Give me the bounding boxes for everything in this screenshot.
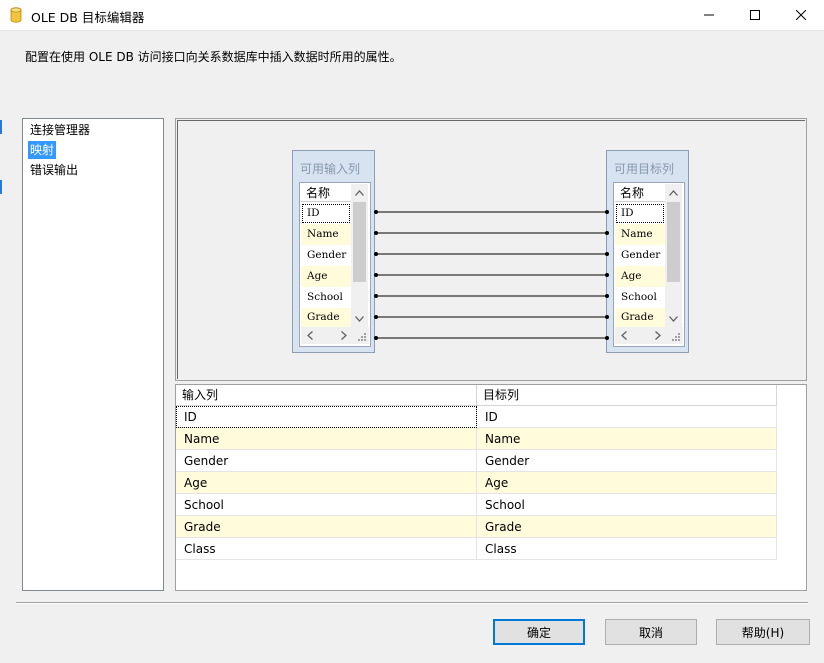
input-column-cell[interactable]: Grade [176,516,477,538]
mapping-line-endpoint [605,315,609,319]
mapping-line-endpoint [374,231,378,235]
page-navigation-list: 连接管理器 映射 错误输出 [22,118,164,591]
destination-column-header[interactable]: 目标列 [477,385,777,406]
window-edge-accent [0,180,2,194]
mapping-line-endpoint [374,294,378,298]
mapping-line-endpoint [605,273,609,277]
destination-column-cell[interactable]: Age [477,472,777,494]
input-column-cell[interactable]: ID [176,406,477,428]
input-column-cell[interactable]: Age [176,472,477,494]
destination-column-cell[interactable]: Gender [477,450,777,472]
mapping-line-endpoint [374,315,378,319]
nav-item-mappings[interactable]: 映射 [28,141,57,159]
mapping-line-endpoint [605,294,609,298]
maximize-button[interactable] [732,0,778,30]
mapping-line-endpoint [374,252,378,256]
help-button[interactable]: 帮助(H) [716,619,810,645]
close-icon [796,10,806,20]
mapping-line-endpoint [605,210,609,214]
input-column-header[interactable]: 输入列 [176,385,477,406]
input-column-cell[interactable]: School [176,494,477,516]
input-column-cell[interactable]: Class [176,538,477,560]
table-row[interactable]: Class Class [176,538,777,560]
window-title: OLE DB 目标编辑器 [31,10,145,25]
mapping-grid[interactable]: 输入列 目标列 ID ID Name Name Gender Gender Ag… [175,384,807,591]
table-row[interactable]: Age Age [176,472,777,494]
database-icon [10,7,22,23]
destination-column-cell[interactable]: School [477,494,777,516]
input-column-cell[interactable]: Name [176,428,477,450]
mapping-lines [374,210,609,340]
title-bar: OLE DB 目标编辑器 [0,0,824,31]
mapping-line-endpoint [374,336,378,340]
destination-column-cell[interactable]: ID [477,406,777,428]
minimize-icon [704,14,714,16]
cancel-button[interactable]: 取消 [605,619,697,645]
mapping-line-endpoint [605,252,609,256]
table-row[interactable]: Grade Grade [176,516,777,538]
table-row[interactable]: School School [176,494,777,516]
maximize-icon [750,10,760,20]
table-row[interactable]: ID ID [176,406,777,428]
minimize-button[interactable] [686,0,732,30]
mapping-line-endpoint [605,231,609,235]
nav-item-error-output[interactable]: 错误输出 [28,161,80,179]
ok-button[interactable]: 确定 [493,619,585,645]
table-row[interactable]: Gender Gender [176,450,777,472]
close-button[interactable] [778,0,824,30]
destination-column-cell[interactable]: Class [477,538,777,560]
footer-separator [16,602,808,604]
dialog-description: 配置在使用 OLE DB 访问接口向关系数据库中插入数据时所用的属性。 [25,50,402,64]
mapping-line-endpoint [374,210,378,214]
input-column-cell[interactable]: Gender [176,450,477,472]
table-row[interactable]: Name Name [176,428,777,450]
window-edge-accent [0,120,2,134]
mapping-line-endpoint [374,273,378,277]
grid-header: 输入列 目标列 [176,385,777,407]
mapping-canvas[interactable]: 可用输入列 名称 ID Name Gender Age School Grade [175,118,807,381]
destination-column-cell[interactable]: Grade [477,516,777,538]
destination-column-cell[interactable]: Name [477,428,777,450]
nav-item-connection-manager[interactable]: 连接管理器 [28,121,92,139]
mapping-line-endpoint [605,336,609,340]
